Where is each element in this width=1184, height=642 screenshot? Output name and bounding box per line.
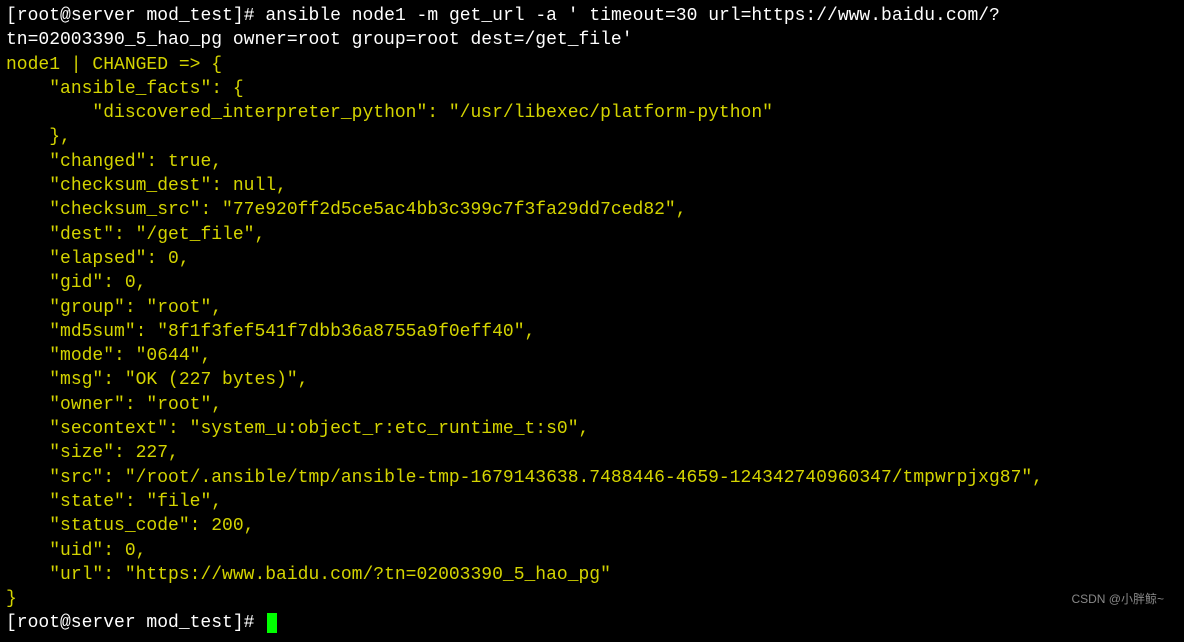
output-src: "src": "/root/.ansible/tmp/ansible-tmp-1…: [6, 468, 1043, 488]
output-dest: "dest": "/get_file",: [6, 225, 265, 245]
output-state: "state": "file",: [6, 492, 222, 512]
output-close-facts: },: [6, 127, 71, 147]
output-close-brace: }: [6, 589, 17, 609]
output-md5sum: "md5sum": "8f1f3fef541f7dbb36a8755a9f0ef…: [6, 322, 535, 342]
output-checksum-dest: "checksum_dest": null,: [6, 176, 287, 196]
output-interpreter: "discovered_interpreter_python": "/usr/l…: [6, 103, 773, 123]
output-mode: "mode": "0644",: [6, 346, 211, 366]
output-gid: "gid": 0,: [6, 273, 146, 293]
output-elapsed: "elapsed": 0,: [6, 249, 190, 269]
output-secontext: "secontext": "system_u:object_r:etc_runt…: [6, 419, 589, 439]
output-status-code: "status_code": 200,: [6, 516, 254, 536]
output-owner: "owner": "root",: [6, 395, 222, 415]
output-changed: "changed": true,: [6, 152, 222, 172]
output-ansible-facts: "ansible_facts": {: [6, 79, 244, 99]
watermark-text: CSDN @小胖鲸~: [1071, 591, 1164, 607]
output-host-status: node1 | CHANGED => {: [6, 55, 222, 75]
prompt-ready[interactable]: [root@server mod_test]#: [6, 613, 277, 633]
output-url: "url": "https://www.baidu.com/?tn=020033…: [6, 565, 611, 585]
prompt: [root@server mod_test]#: [6, 6, 265, 26]
output-uid: "uid": 0,: [6, 541, 146, 561]
output-group: "group": "root",: [6, 298, 222, 318]
output-msg: "msg": "OK (227 bytes)",: [6, 370, 308, 390]
terminal-output[interactable]: [root@server mod_test]# ansible node1 -m…: [6, 4, 1178, 636]
cursor-icon: [267, 613, 277, 633]
output-size: "size": 227,: [6, 443, 179, 463]
output-checksum-src: "checksum_src": "77e920ff2d5ce5ac4bb3c39…: [6, 200, 687, 220]
command-line: [root@server mod_test]# ansible node1 -m…: [6, 6, 1000, 50]
